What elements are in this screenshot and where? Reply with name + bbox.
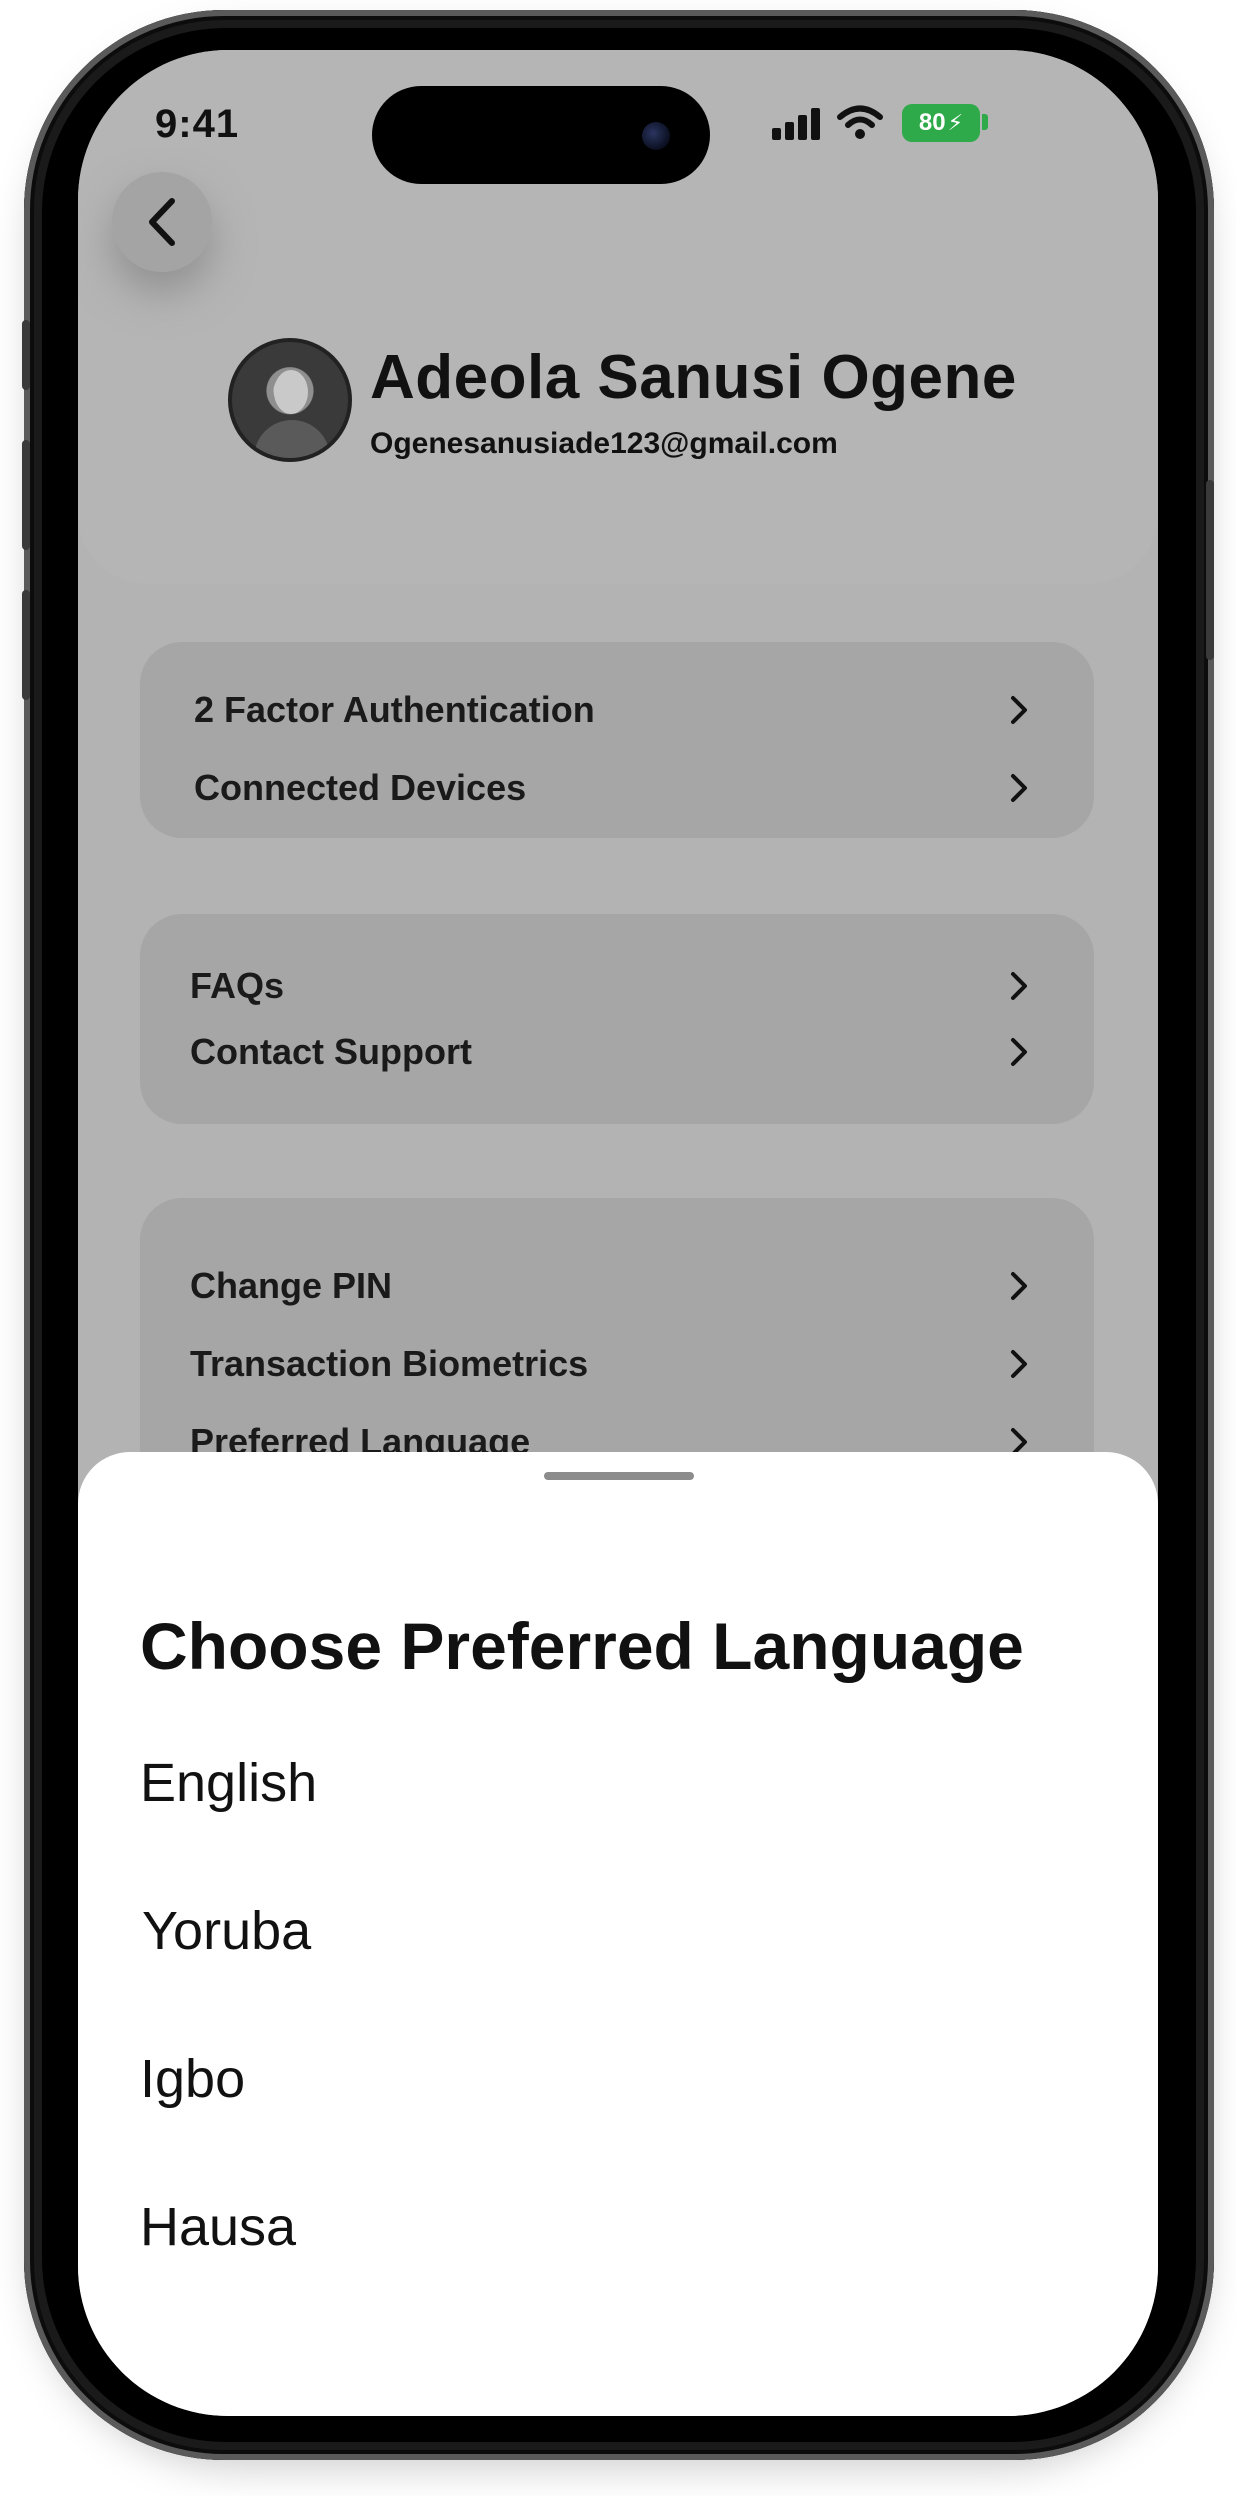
language-option-igbo[interactable]: Igbo — [140, 2048, 245, 2110]
chevron-right-icon — [1011, 1272, 1027, 1300]
avatar — [228, 338, 352, 462]
row-transaction-biometrics[interactable]: Transaction Biometrics — [140, 1334, 1094, 1394]
language-bottom-sheet: Choose Preferred Language English Yoruba… — [78, 1452, 1158, 2416]
back-icon — [149, 198, 175, 246]
wifi-icon — [837, 105, 883, 139]
row-change-pin[interactable]: Change PIN — [140, 1256, 1094, 1316]
row-contact-support[interactable]: Contact Support — [140, 1022, 1094, 1082]
row-label: Connected Devices — [194, 767, 527, 808]
battery-icon: 80 ⚡ — [902, 104, 980, 142]
security-group: 2 Factor Authentication Connected Device… — [140, 642, 1094, 838]
battery-level: 80 — [918, 109, 946, 136]
row-faqs[interactable]: FAQs — [140, 956, 1094, 1016]
language-option-hausa[interactable]: Hausa — [140, 2196, 296, 2258]
row-label: Change PIN — [190, 1265, 393, 1306]
row-label: 2 Factor Authentication — [194, 689, 595, 730]
sheet-title: Choose Preferred Language — [140, 1609, 1024, 1683]
row-label: FAQs — [190, 965, 285, 1006]
support-group: FAQs Contact Support — [140, 914, 1094, 1124]
avatar-body — [254, 420, 330, 458]
volume-down-button — [22, 590, 30, 700]
power-button — [1206, 480, 1214, 660]
avatar-face — [274, 370, 308, 414]
row-2fa[interactable]: 2 Factor Authentication — [140, 680, 1094, 740]
chevron-right-icon — [1011, 1350, 1027, 1378]
chevron-right-icon — [1011, 774, 1027, 802]
language-option-yoruba[interactable]: Yoruba — [142, 1900, 311, 1962]
chevron-right-icon — [1011, 1038, 1027, 1066]
row-label: Contact Support — [190, 1031, 472, 1072]
chevron-right-icon — [1011, 972, 1027, 1000]
profile-name: Adeola Sanusi Ogene — [370, 343, 1017, 412]
chevron-right-icon — [1011, 696, 1027, 724]
signal-icon — [772, 108, 822, 140]
status-time: 9:41 — [155, 102, 240, 146]
stage: 9:41 80 ⚡ Adeola Sanusi Ogene Ogenesanus… — [0, 0, 1236, 2496]
volume-up-button — [22, 440, 30, 550]
camera-icon — [642, 122, 670, 150]
battery-tip — [982, 114, 988, 130]
row-label: Transaction Biometrics — [190, 1343, 589, 1384]
dynamic-island — [372, 86, 710, 184]
profile-email: Ogenesanusiade123@gmail.com — [370, 427, 838, 460]
charging-icon: ⚡ — [947, 110, 964, 135]
sheet-grabber[interactable] — [544, 1472, 694, 1480]
screen: 9:41 80 ⚡ Adeola Sanusi Ogene Ogenesanus… — [78, 50, 1158, 2416]
back-button[interactable] — [112, 172, 212, 272]
language-option-english[interactable]: English — [140, 1752, 317, 1814]
action-button — [22, 320, 30, 390]
row-connected-devices[interactable]: Connected Devices — [140, 758, 1094, 818]
